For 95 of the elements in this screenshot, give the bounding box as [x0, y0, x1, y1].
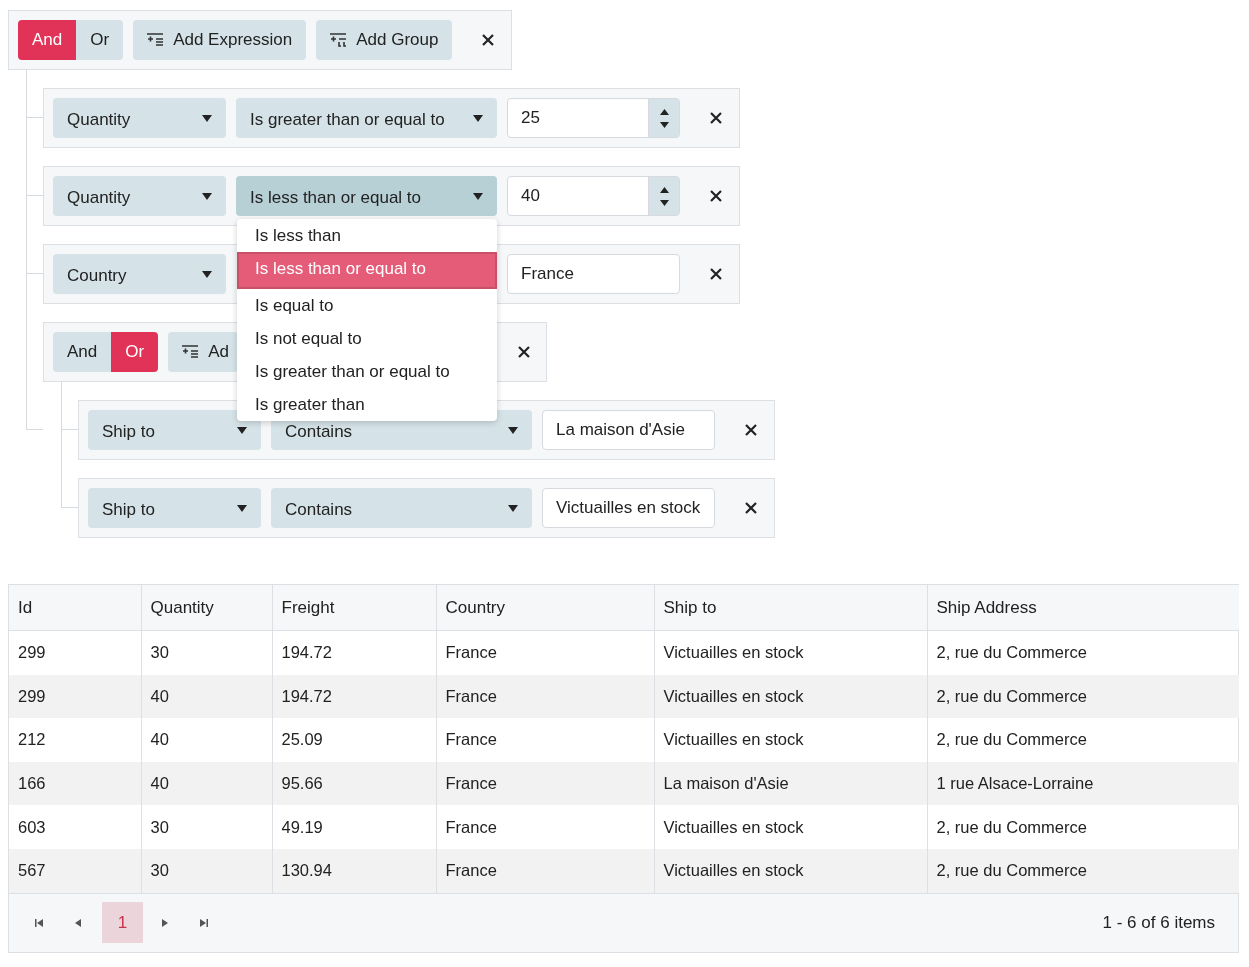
- table-cell: 30: [141, 848, 272, 893]
- table-cell: 1 rue Alsace-Lorraine: [927, 761, 1239, 806]
- table-cell: Victuailles en stock: [654, 718, 927, 762]
- table-cell: 130.94: [272, 848, 436, 893]
- value-field[interactable]: 25: [507, 98, 680, 138]
- operator-dropdown[interactable]: Is less than or equal to: [236, 176, 497, 216]
- table-cell: 2, rue du Commerce: [927, 848, 1239, 893]
- table-cell: 166: [9, 761, 141, 806]
- column-header[interactable]: Quantity: [141, 585, 272, 631]
- caret-icon: [237, 504, 247, 512]
- table-cell: France: [436, 718, 654, 762]
- table-cell: 95.66: [272, 761, 436, 806]
- operator-dropdown[interactable]: Is greater than or equal to: [236, 98, 497, 138]
- table-cell: 40: [141, 674, 272, 719]
- field-dropdown[interactable]: Quantity: [53, 98, 226, 138]
- table-cell: Victuailles en stock: [654, 674, 927, 719]
- menu-item[interactable]: Is equal to: [237, 289, 497, 322]
- table-cell: 299: [9, 630, 141, 675]
- caret-icon: [237, 426, 247, 434]
- logic-toggle[interactable]: And: [18, 20, 77, 60]
- add-expression-icon: [182, 345, 200, 359]
- table-cell: 194.72: [272, 630, 436, 675]
- caret-icon: [473, 114, 483, 122]
- spin-down-icon[interactable]: [659, 199, 669, 206]
- table-cell: 40: [141, 718, 272, 762]
- close-icon[interactable]: [482, 34, 495, 46]
- pager-summary: 1 - 6 of 6 items: [1102, 912, 1215, 933]
- field-dropdown[interactable]: Ship to: [88, 488, 261, 528]
- column-header[interactable]: Country: [436, 585, 654, 631]
- table-cell: 49.19: [272, 805, 436, 849]
- first-page-icon[interactable]: [35, 918, 43, 927]
- table-cell: Victuailles en stock: [654, 630, 927, 675]
- spin-down-icon[interactable]: [659, 121, 669, 128]
- table-cell: 567: [9, 848, 141, 893]
- logic-toggle[interactable]: Or: [76, 20, 124, 60]
- menu-item[interactable]: Is greater than or equal to: [237, 355, 497, 388]
- table-cell: 30: [141, 805, 272, 849]
- field-dropdown[interactable]: Quantity: [53, 176, 226, 216]
- table-cell: La maison d'Asie: [654, 761, 927, 806]
- add-group-icon: [330, 33, 348, 47]
- caret-icon: [202, 192, 212, 200]
- value-field[interactable]: Victuailles en stock: [542, 488, 715, 528]
- column-header[interactable]: Id: [9, 585, 141, 631]
- value-field[interactable]: France: [507, 254, 680, 294]
- table-cell: France: [436, 674, 654, 719]
- table-cell: 2, rue du Commerce: [927, 718, 1239, 762]
- caret-icon: [202, 270, 212, 278]
- table-cell: Victuailles en stock: [654, 848, 927, 893]
- table-cell: 212: [9, 718, 141, 762]
- add-expression-button[interactable]: Add Expression: [133, 20, 307, 60]
- table-cell: Victuailles en stock: [654, 805, 927, 849]
- close-icon[interactable]: [518, 346, 531, 358]
- caret-icon: [473, 192, 483, 200]
- spin-up-icon[interactable]: [659, 108, 669, 115]
- spin-up-icon[interactable]: [659, 186, 669, 193]
- table-cell: France: [436, 805, 654, 849]
- close-icon[interactable]: [745, 502, 757, 514]
- last-page-icon[interactable]: [200, 918, 208, 927]
- value-field[interactable]: 40: [507, 176, 680, 216]
- caret-icon: [508, 504, 518, 512]
- column-header[interactable]: Freight: [272, 585, 436, 631]
- add-expression-icon: [147, 33, 165, 47]
- table-cell: France: [436, 848, 654, 893]
- table-cell: 299: [9, 674, 141, 719]
- close-icon[interactable]: [710, 190, 722, 202]
- column-header[interactable]: Ship to: [654, 585, 927, 631]
- table-cell: 40: [141, 761, 272, 806]
- table-cell: 603: [9, 805, 141, 849]
- close-icon[interactable]: [710, 112, 722, 124]
- table-cell: France: [436, 761, 654, 806]
- table-cell: 2, rue du Commerce: [927, 805, 1239, 849]
- logic-toggle[interactable]: And: [53, 332, 112, 372]
- table-cell: France: [436, 630, 654, 675]
- page-button[interactable]: 1: [102, 902, 143, 944]
- close-icon[interactable]: [745, 424, 757, 436]
- menu-item[interactable]: Is less than: [237, 219, 497, 252]
- operator-dropdown[interactable]: Contains: [271, 488, 532, 528]
- column-header[interactable]: Ship Address: [927, 585, 1239, 631]
- menu-item[interactable]: Is not equal to: [237, 322, 497, 355]
- logic-toggle[interactable]: Or: [111, 332, 159, 372]
- table-cell: 25.09: [272, 718, 436, 762]
- value-field[interactable]: La maison d'Asie: [542, 410, 715, 450]
- caret-icon: [202, 114, 212, 122]
- table-cell: 30: [141, 630, 272, 675]
- table-cell: 2, rue du Commerce: [927, 630, 1239, 675]
- close-icon[interactable]: [710, 268, 722, 280]
- field-dropdown[interactable]: Country: [53, 254, 226, 294]
- add-group-button[interactable]: Add Group: [316, 20, 453, 60]
- field-dropdown[interactable]: Ship to: [88, 410, 261, 450]
- table-cell: 194.72: [272, 674, 436, 719]
- next-page-icon[interactable]: [162, 918, 168, 927]
- caret-icon: [508, 426, 518, 434]
- add-expression-button[interactable]: Ad: [168, 332, 239, 372]
- previous-page-icon[interactable]: [75, 918, 81, 927]
- table-cell: 2, rue du Commerce: [927, 674, 1239, 719]
